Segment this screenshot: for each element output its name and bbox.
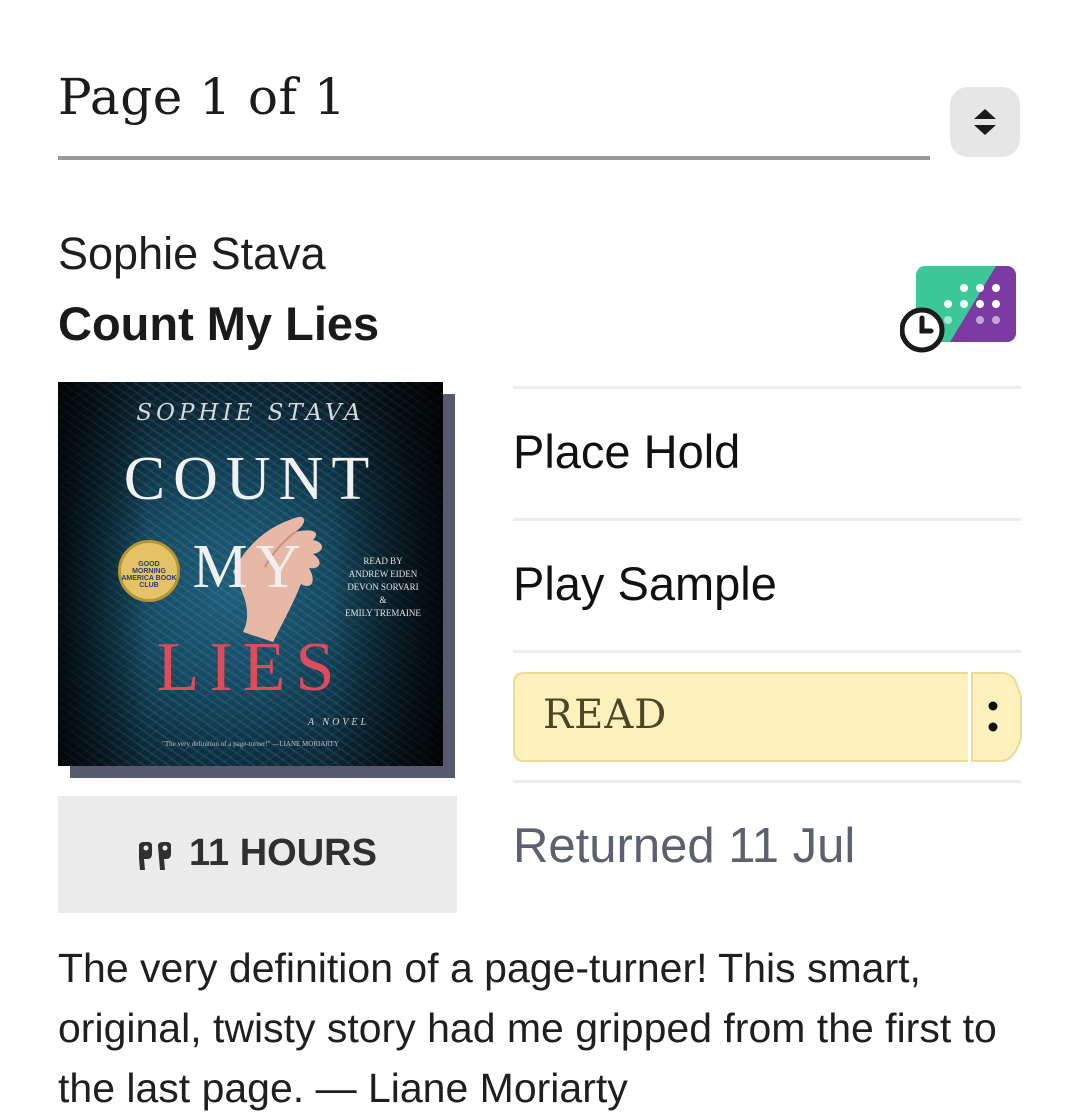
read-more-options-button[interactable] xyxy=(970,672,1023,762)
book-description: The very definition of a page-turner! Th… xyxy=(58,945,997,1111)
divider xyxy=(513,650,1021,653)
book-author[interactable]: Sophie Stava xyxy=(58,228,326,280)
page-selector[interactable]: Page 1 of 1 xyxy=(58,60,930,160)
cover-title-word: COUNT xyxy=(123,445,378,513)
audiobook-format-badge-icon xyxy=(899,264,1020,356)
cover-quote: "The very definition of a page-turner!" … xyxy=(162,740,339,748)
play-sample-button[interactable]: Play Sample xyxy=(513,556,777,611)
page-stepper-button[interactable] xyxy=(950,87,1020,157)
loan-status: Returned 11 Jul xyxy=(513,819,856,873)
cover-genre: A NOVEL xyxy=(308,717,370,728)
divider xyxy=(513,780,1021,783)
read-button-label: READ xyxy=(543,692,668,738)
read-button[interactable]: READ xyxy=(513,672,968,762)
book-title[interactable]: Count My Lies xyxy=(58,296,379,351)
page-label: Page 1 of 1 xyxy=(58,68,347,126)
audiobook-duration: 11 HOURS xyxy=(58,796,457,913)
place-hold-button[interactable]: Place Hold xyxy=(513,424,740,479)
divider xyxy=(513,518,1021,521)
cover-narrators: READ BY ANDREW EIDEN DEVON SORVARI & EMI… xyxy=(345,556,421,618)
book-cover[interactable]: SOPHIE STAVA COUNT MY LIES GOOD MORNING … xyxy=(58,382,443,766)
up-down-chevron-icon xyxy=(974,109,996,135)
headphones-icon xyxy=(139,842,171,870)
vertical-dots-icon xyxy=(971,672,1022,762)
divider xyxy=(513,386,1021,389)
duration-label: 11 HOURS xyxy=(189,832,377,874)
clock-icon xyxy=(899,307,945,353)
cover-author: SOPHIE STAVA xyxy=(136,400,365,426)
book-club-seal: GOOD MORNING AMERICA BOOK CLUB xyxy=(118,540,180,602)
cover-title-word: LIES xyxy=(156,629,345,706)
